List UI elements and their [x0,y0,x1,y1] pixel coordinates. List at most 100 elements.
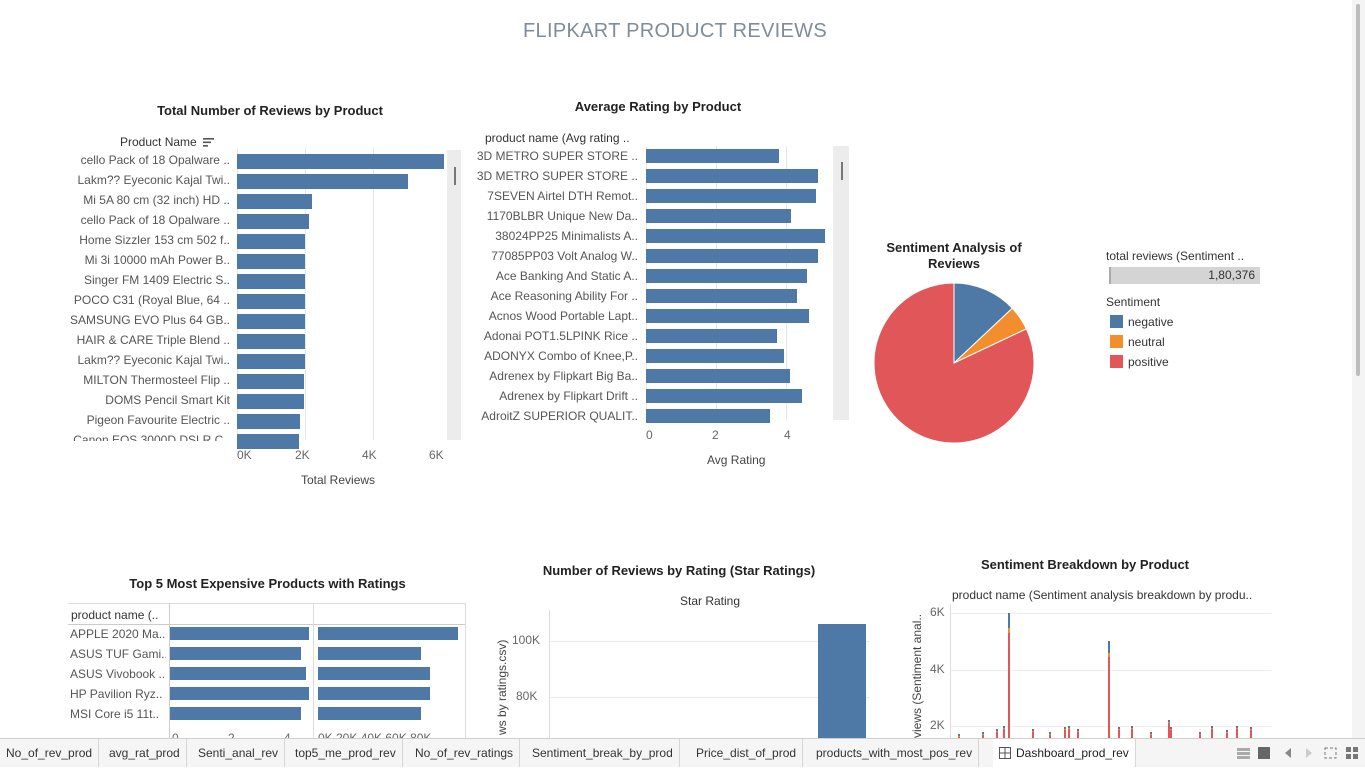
ws6-bar-positive[interactable] [1008,633,1010,738]
ws4-rating-bar[interactable] [170,627,310,640]
ws6-bar-negative[interactable] [1008,613,1010,628]
ws2-scroll-thumb[interactable] [841,162,843,180]
ws2-product-label: Adrenex by Flipkart Drift .. [499,389,638,403]
ws6-bar-positive[interactable] [1236,729,1238,738]
filmstrip-icon[interactable] [1258,747,1271,759]
ws2-bar[interactable] [646,349,785,363]
dashboard-scroll-thumb[interactable] [1356,4,1360,376]
sheet-sorter-icon[interactable] [1237,747,1250,759]
ws3-title-line2: Reviews [927,256,981,271]
prev-sheet-icon[interactable] [1281,747,1294,759]
tab-top5-me-prod-rev[interactable]: top5_me_prod_rev [289,739,403,767]
fit-view-icon[interactable] [1324,747,1337,759]
ws6-bar-negative[interactable] [1108,641,1110,653]
tab-avg-rat-prod[interactable]: avg_rat_prod [103,739,187,767]
ws4-price-bar[interactable] [318,667,430,680]
ws6-gridline [951,613,1271,614]
ws1-bar[interactable] [237,414,301,429]
tab-no-of-rev-prod[interactable]: No_of_rev_prod [0,739,100,767]
ws1-bar[interactable] [237,294,306,309]
legend-label-negative: negative [1128,315,1174,329]
ws6-bar-positive[interactable] [1108,656,1110,738]
sentiment-pie-chart[interactable] [874,283,1034,443]
ws2-bar[interactable] [646,409,771,423]
ws2-bar[interactable] [646,149,779,163]
legend-swatch-negative [1110,315,1123,328]
ws2-tick-label: 0 [646,428,653,442]
ws1-bar[interactable] [237,434,299,449]
ws1-bar[interactable] [237,354,306,369]
ws1-bar[interactable] [237,194,313,209]
ws4-rating-bar[interactable] [170,707,301,720]
ws6-tick-label: 6K [930,605,945,619]
ws2-bar[interactable] [646,209,792,223]
ws2-bar[interactable] [646,309,809,323]
ws1-bar[interactable] [237,334,306,349]
ws2-bar[interactable] [646,329,778,343]
ws1-row-header[interactable]: Product Name [120,135,215,150]
ws1-bar[interactable] [237,254,306,269]
ws6-bar-positive[interactable] [1064,730,1066,738]
sort-icon[interactable] [203,136,215,150]
ws2-bar[interactable] [646,229,825,243]
tab-senti-anal-rev[interactable]: Senti_anal_rev [192,739,286,767]
ws1-product-label: MILTON Thermosteel Flip .. [83,373,230,387]
ws1-product-label: cello Pack of 18 Opalware .. [80,213,230,227]
ws5-axis-title: ws by ratings.csv) [495,639,509,735]
ws6-bar-positive[interactable] [1170,730,1172,738]
ws1-scrollbar[interactable] [447,150,461,440]
ws4-rating-bar[interactable] [170,667,307,680]
tab-sentiment-break-by-prod[interactable]: Sentiment_break_by_prod [526,739,680,767]
ws1-bar[interactable] [237,274,306,289]
ws6-bar-positive[interactable] [1211,729,1213,738]
ws2-bar[interactable] [646,169,818,183]
ws2-row-header[interactable]: product name (Avg rating .. [485,131,630,145]
ws1-product-label: Lakm?? Eyeconic Kajal Twi.. [77,353,230,367]
ws1-tick-label: 4K [362,448,377,462]
ws2-bar[interactable] [646,249,818,263]
ws1-bar[interactable] [237,214,309,229]
ws3-title: Sentiment Analysis of Reviews [874,240,1034,272]
total-reviews-bar[interactable]: 1,80,376 [1109,267,1260,284]
tab-no-of-rev-ratings[interactable]: No_of_rev_ratings [409,739,521,767]
ws4-rating-bar[interactable] [170,647,301,660]
ws2-bar[interactable] [646,289,797,303]
ws1-bar[interactable] [237,154,445,169]
ws2-bar[interactable] [646,189,816,203]
tab-products-with-most-pos-rev[interactable]: products_with_most_pos_rev [810,739,980,767]
next-sheet-icon[interactable] [1302,747,1315,759]
ws5-axis-line [549,610,550,738]
grid-view-icon[interactable] [1345,747,1358,759]
tab-dashboard-prod-rev[interactable]: Dashboard_prod_rev [993,739,1136,767]
ws5-bar-5-star[interactable] [818,624,866,738]
ws6-bar-positive[interactable] [1250,730,1252,738]
ws4-product-label: ASUS TUF Gami.. [70,647,166,661]
ws4-header-divider [68,603,466,604]
ws6-title: Sentiment Breakdown by Product [980,557,1190,572]
ws4-row-header[interactable]: product name (.. [71,608,158,622]
ws6-bar-positive[interactable] [1068,729,1070,738]
ws1-bar[interactable] [237,174,409,189]
ws4-price-bar[interactable] [318,707,422,720]
ws6-bar-positive[interactable] [1131,729,1133,738]
ws1-bar[interactable] [237,234,306,249]
ws6-bar-positive[interactable] [1118,730,1120,738]
ws4-price-bar[interactable] [318,687,430,700]
tab-price-dist-of-prod[interactable]: Price_dist_of_prod [690,739,804,767]
ws1-bar[interactable] [237,394,304,409]
ws2-product-label: Ace Reasoning Ability For .. [490,289,638,303]
ws2-bar[interactable] [646,369,790,383]
ws2-scrollbar[interactable] [833,146,849,420]
ws2-bar[interactable] [646,269,807,283]
ws4-rating-bar[interactable] [170,687,310,700]
ws6-bar-positive[interactable] [1003,729,1005,738]
ws1-bar[interactable] [237,314,306,329]
ws4-price-bar[interactable] [318,647,422,660]
ws1-bar[interactable] [237,374,305,389]
ws1-scroll-thumb[interactable] [454,167,456,185]
ws4-price-bar[interactable] [318,627,458,640]
ws2-bar[interactable] [646,389,802,403]
ws2-product-label: Adrenex by Flipkart Big Ba.. [489,369,638,383]
legend-label-positive: positive [1128,355,1169,369]
dashboard-vertical-scrollbar[interactable] [1352,0,1365,738]
